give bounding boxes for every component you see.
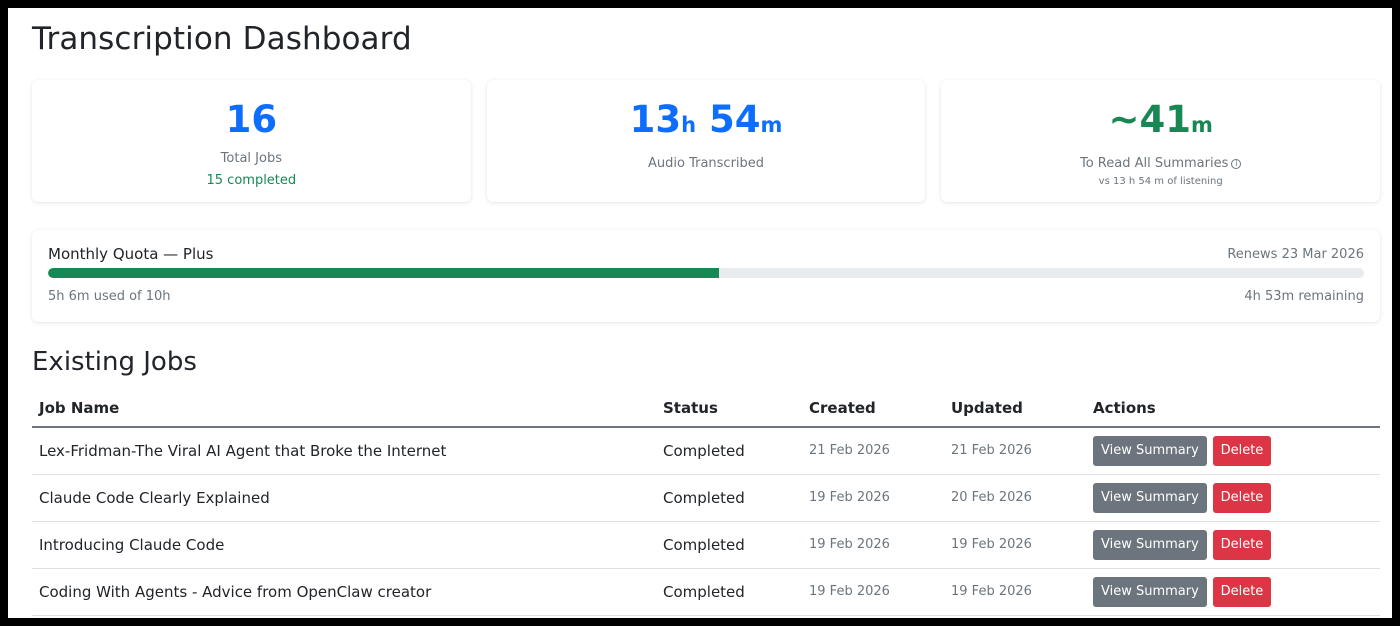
quota-renew-date: Renews 23 Mar 2026 xyxy=(1227,247,1364,262)
read-time-label-text: To Read All Summaries xyxy=(1079,156,1229,171)
job-name: Lex-Fridman-The Viral AI Agent that Brok… xyxy=(32,427,656,475)
table-row: Lex-Fridman-The Viral AI Agent that Brok… xyxy=(32,427,1380,475)
total-jobs-label: Total Jobs xyxy=(220,151,282,166)
quota-remaining-text: 4h 53m remaining xyxy=(1244,289,1364,304)
job-name: Introducing Claude Code xyxy=(32,521,656,569)
job-actions: View Summary Delete xyxy=(1086,521,1380,569)
job-updated: 20 Feb 2026 xyxy=(944,474,1086,522)
job-actions: View Summary Delete xyxy=(1086,474,1380,522)
page-title: Transcription Dashboard xyxy=(32,21,412,57)
info-circle-icon[interactable]: i xyxy=(1231,159,1242,169)
stats-row: 16 Total Jobs 15 completed 13h 54m Audio… xyxy=(32,80,1381,202)
job-status: Completed xyxy=(656,568,802,616)
column-header-updated: Updated xyxy=(944,390,1086,428)
column-header-created: Created xyxy=(802,390,944,428)
stat-card-read-time: ~41m To Read All Summaries i vs 13 h 54 m… xyxy=(941,80,1381,202)
main-container: Transcription Dashboard 16 Total Jobs 15… xyxy=(32,8,1381,618)
job-actions: View Summary Delete xyxy=(1086,568,1380,616)
column-header-actions: Actions xyxy=(1086,390,1380,428)
stat-card-audio-transcribed: 13h 54m Audio Transcribed xyxy=(486,80,926,202)
table-row: Introducing Claude Code Completed 19 Feb… xyxy=(32,521,1380,569)
job-created: 19 Feb 2026 xyxy=(802,474,944,522)
view-summary-button[interactable]: View Summary xyxy=(1093,576,1207,607)
hours-unit: h xyxy=(681,113,697,137)
read-time-unit: m xyxy=(1190,113,1213,137)
table-row: Coding With Agents - Advice from OpenCla… xyxy=(32,568,1380,616)
read-time-value: ~41m xyxy=(941,98,1380,147)
view-summary-button[interactable]: View Summary xyxy=(1093,435,1207,466)
minutes-value: 54 xyxy=(696,98,761,141)
job-created: 19 Feb 2026 xyxy=(802,521,944,569)
job-name: Claude Code Clearly Explained xyxy=(32,474,656,522)
delete-button[interactable]: Delete xyxy=(1212,576,1272,607)
listening-comparison: vs 13 h 54 m of listening xyxy=(1098,176,1223,187)
job-name: Coding With Agents - Advice from OpenCla… xyxy=(32,568,656,616)
table-header-row: Job Name Status Created Updated Actions xyxy=(32,390,1380,428)
quota-used-text: 5h 6m used of 10h xyxy=(48,289,171,304)
audio-transcribed-value: 13h 54m xyxy=(487,98,926,147)
job-actions: View Summary Delete xyxy=(1086,427,1380,475)
quota-title: Monthly Quota — Plus xyxy=(48,245,214,263)
audio-transcribed-label: Audio Transcribed xyxy=(647,156,765,171)
quota-progress-bar xyxy=(48,268,1364,278)
completed-count: 15 completed xyxy=(206,173,297,188)
column-header-status: Status xyxy=(656,390,802,428)
read-time-number: ~41 xyxy=(1108,98,1191,141)
app-frame: Transcription Dashboard 16 Total Jobs 15… xyxy=(8,8,1392,618)
monthly-quota-card: Monthly Quota — Plus Renews 23 Mar 2026 … xyxy=(32,230,1380,322)
minutes-unit: m xyxy=(760,113,783,137)
total-jobs-value: 16 xyxy=(225,98,278,141)
job-created: 19 Feb 2026 xyxy=(802,568,944,616)
job-status: Completed xyxy=(656,427,802,475)
job-updated: 21 Feb 2026 xyxy=(944,427,1086,475)
view-summary-button[interactable]: View Summary xyxy=(1093,482,1207,513)
read-time-label: To Read All Summaries i xyxy=(941,156,1380,171)
hours-value: 13 xyxy=(629,98,682,141)
existing-jobs-title: Existing Jobs xyxy=(32,347,197,377)
job-updated: 19 Feb 2026 xyxy=(944,568,1086,616)
job-created: 21 Feb 2026 xyxy=(802,427,944,475)
stat-card-total-jobs: 16 Total Jobs 15 completed xyxy=(32,80,471,202)
jobs-table: Job Name Status Created Updated Actions … xyxy=(32,390,1380,616)
delete-button[interactable]: Delete xyxy=(1212,482,1272,513)
job-updated: 19 Feb 2026 xyxy=(944,521,1086,569)
delete-button[interactable]: Delete xyxy=(1212,435,1272,466)
job-status: Completed xyxy=(656,521,802,569)
quota-progress-fill xyxy=(48,268,720,278)
view-summary-button[interactable]: View Summary xyxy=(1093,529,1207,560)
delete-button[interactable]: Delete xyxy=(1212,529,1272,560)
table-row: Claude Code Clearly Explained Completed … xyxy=(32,474,1380,522)
column-header-job-name: Job Name xyxy=(32,390,656,428)
job-status: Completed xyxy=(656,474,802,522)
